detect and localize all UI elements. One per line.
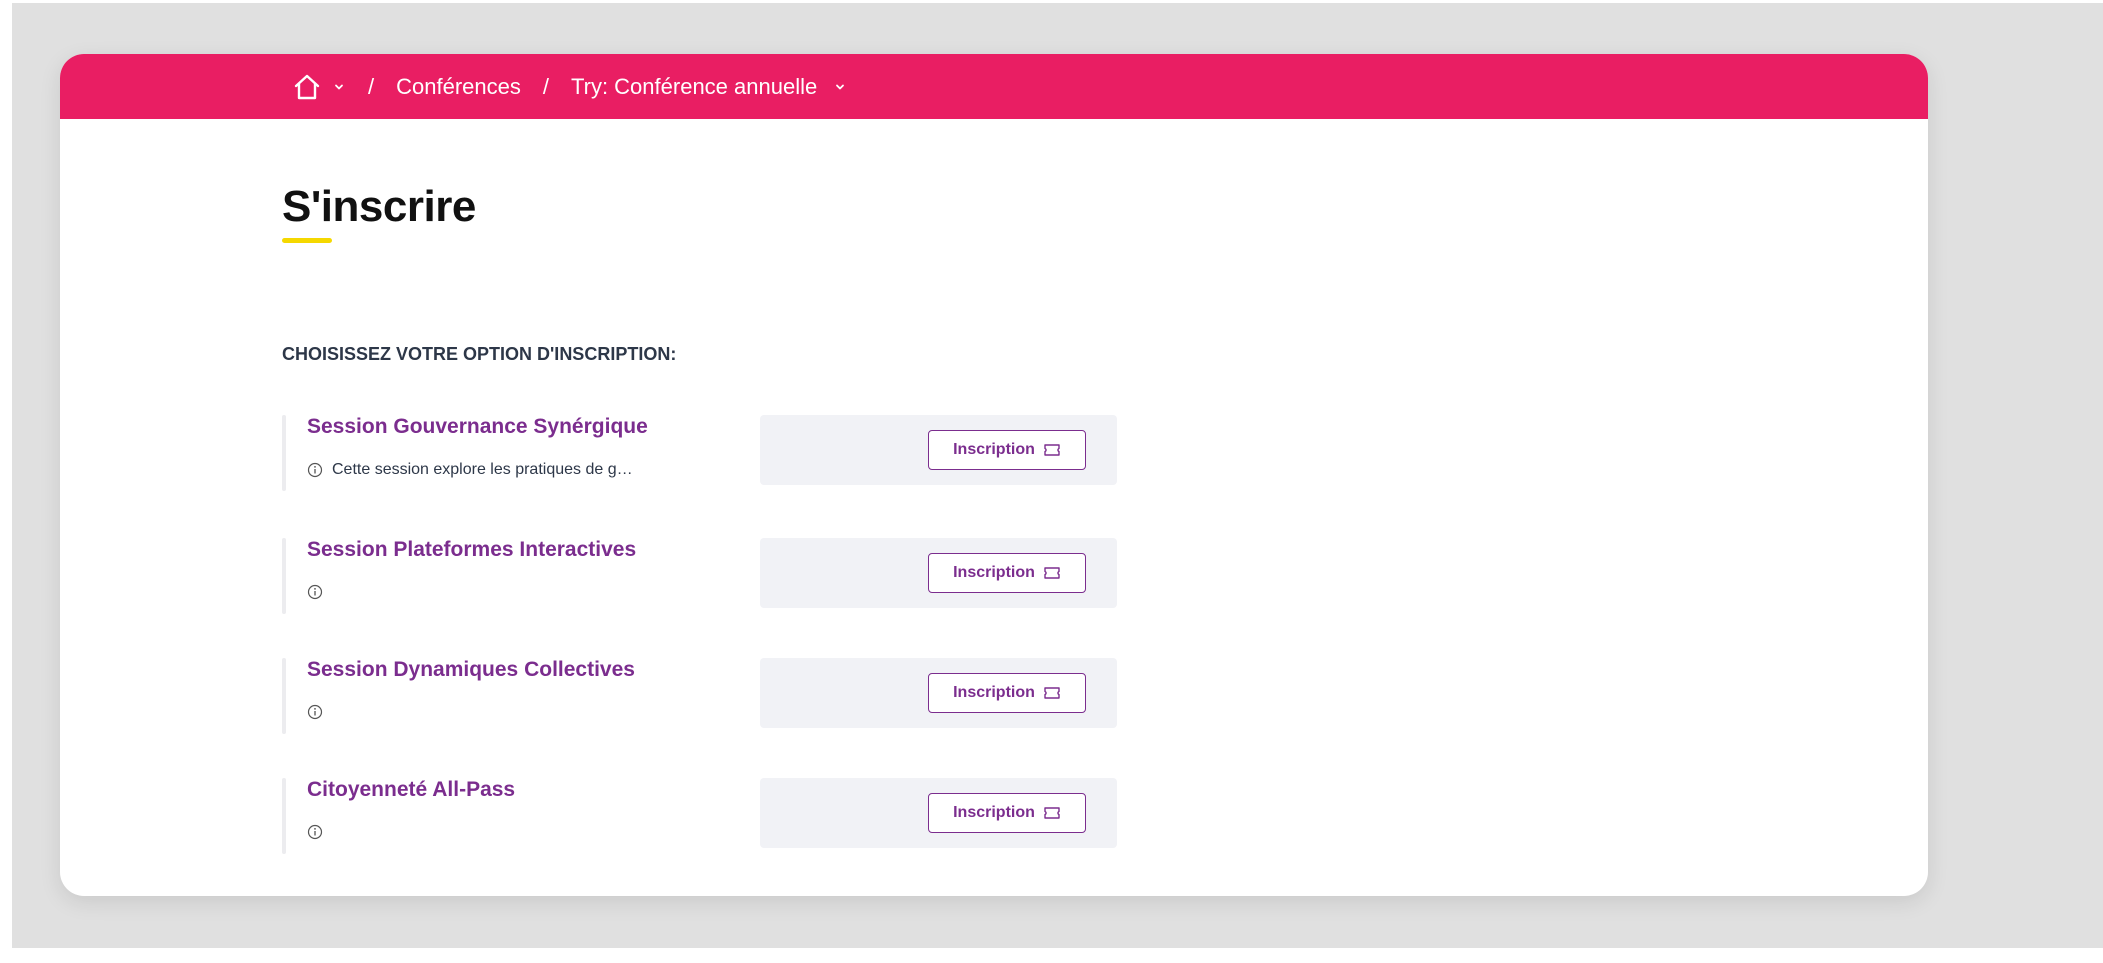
inscription-button[interactable]: Inscription [928, 793, 1086, 833]
home-button[interactable] [292, 72, 322, 102]
registration-option: Session Dynamiques Collectives Inscripti… [282, 658, 1182, 738]
ticket-icon [1044, 567, 1060, 579]
inscription-button[interactable]: Inscription [928, 553, 1086, 593]
breadcrumb-conferences-link[interactable]: Conférences [396, 74, 521, 100]
option-accent-bar [282, 538, 286, 614]
chevron-down-icon [335, 84, 343, 89]
option-description [307, 704, 332, 720]
option-description [307, 824, 332, 840]
option-description [307, 584, 332, 600]
inscription-button-label: Inscription [953, 684, 1035, 701]
conference-menu-button[interactable] [833, 80, 847, 94]
option-action-panel: Inscription [760, 658, 1117, 728]
option-name: Session Gouvernance Synérgique [307, 415, 648, 438]
inscription-button-label: Inscription [953, 804, 1035, 821]
ticket-icon [1044, 444, 1060, 456]
breadcrumb: / Conférences / Try: Conférence annuelle [292, 54, 847, 119]
option-accent-bar [282, 778, 286, 854]
breadcrumb-separator: / [542, 73, 549, 99]
registration-card: / Conférences / Try: Conférence annuelle… [60, 54, 1928, 896]
inscription-button-label: Inscription [953, 441, 1035, 458]
option-description: Cette session explore les pratiques de g… [307, 461, 633, 479]
title-underline [282, 238, 332, 243]
section-label: CHOISISSEZ VOTRE OPTION D'INSCRIPTION: [282, 344, 677, 364]
option-accent-bar [282, 415, 286, 491]
header-bar: / Conférences / Try: Conférence annuelle [60, 54, 1928, 119]
inscription-button[interactable]: Inscription [928, 430, 1086, 470]
page-title: S'inscrire [282, 182, 476, 231]
option-action-panel: Inscription [760, 415, 1117, 485]
info-icon[interactable] [307, 462, 323, 478]
option-name: Session Plateformes Interactives [307, 538, 637, 561]
chevron-down-icon [836, 84, 845, 89]
breadcrumb-separator: / [368, 73, 375, 99]
registration-option: Session Gouvernance Synérgique Cette ses… [282, 415, 1182, 495]
breadcrumb-current-conference[interactable]: Try: Conférence annuelle [571, 74, 817, 100]
ticket-icon [1044, 687, 1060, 699]
inscription-button[interactable]: Inscription [928, 673, 1086, 713]
home-menu-button[interactable] [332, 80, 346, 94]
inscription-button-label: Inscription [953, 564, 1035, 581]
registration-option: Citoyenneté All-Pass Inscription [282, 778, 1182, 858]
info-icon[interactable] [307, 584, 323, 600]
option-accent-bar [282, 658, 286, 734]
option-action-panel: Inscription [760, 778, 1117, 848]
option-description-text: Cette session explore les pratiques de g… [332, 461, 633, 478]
option-action-panel: Inscription [760, 538, 1117, 608]
option-name: Citoyenneté All-Pass [307, 778, 516, 801]
info-icon[interactable] [307, 704, 323, 720]
ticket-icon [1044, 807, 1060, 819]
registration-option: Session Plateformes Interactives Inscrip… [282, 538, 1182, 618]
option-name: Session Dynamiques Collectives [307, 658, 635, 681]
home-icon [294, 74, 320, 99]
info-icon[interactable] [307, 824, 323, 840]
